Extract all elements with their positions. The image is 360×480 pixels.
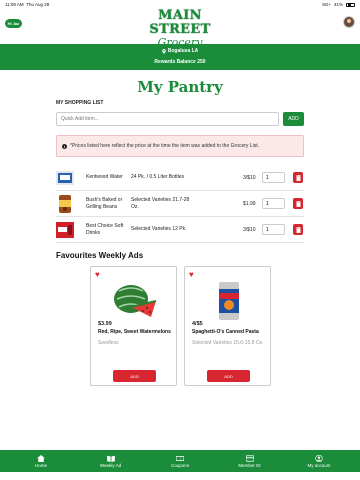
water-bottles-image: [56, 171, 74, 185]
ad-description: Seedless: [98, 340, 119, 346]
trash-icon: [295, 226, 301, 233]
ad-add-button[interactable]: ADD: [113, 370, 156, 382]
tab-label: Member ID: [238, 462, 261, 468]
page-title: My Pantry: [137, 78, 223, 96]
tab-label: Weekly Ad: [99, 462, 122, 468]
item-variety: Selected Varieties 12 Pk.: [131, 226, 187, 232]
battery-label: 41%: [333, 2, 343, 7]
ad-name: Spaghetti-O's Canned Pasta: [192, 329, 259, 335]
ad-card[interactable]: ♥ $3.99 Red, Ripe, Sweet Watermelons See…: [90, 266, 177, 386]
ad-card[interactable]: ♥ 4/$5 Spaghetti-O's Canned Pasta Select…: [184, 266, 271, 386]
favourites-title: Favourites Weekly Ads: [56, 251, 144, 260]
store-banner: Bogalusa LA Rewards Balance 250: [0, 44, 360, 70]
delete-item-button[interactable]: [293, 198, 303, 209]
status-indicators: 5G+ 41%: [322, 2, 355, 7]
ad-price: $3.99: [98, 321, 112, 327]
battery-icon: [346, 2, 355, 7]
logo-main-text: MAIN STREET: [149, 8, 211, 37]
quick-add-input[interactable]: [56, 112, 279, 126]
watermelon-image: [114, 285, 157, 317]
delete-item-button[interactable]: [293, 224, 303, 235]
price-notice: i *Prices listed here reflect the price …: [56, 135, 304, 157]
shopping-list-label: MY SHOPPING LIST: [56, 100, 104, 106]
app-logo: MAIN STREET Grocery: [140, 8, 220, 49]
bottom-tab-bar: Home Weekly Ad Coupons Member ID My acco…: [0, 450, 360, 472]
info-icon: i: [62, 143, 67, 149]
item-variety: Selected Varieties 21.7-28 Oz.: [131, 196, 190, 210]
list-item: Bush's Baked or Grilling Beans Selected …: [56, 191, 304, 217]
home-indicator-area: [0, 472, 360, 480]
tab-label: My account: [307, 462, 331, 468]
tab-home[interactable]: Home: [26, 454, 56, 468]
card-icon: [245, 454, 254, 462]
user-icon: [315, 454, 323, 462]
tab-coupons[interactable]: Coupons: [165, 455, 195, 468]
rewards-balance: Rewards Balance 250: [154, 59, 206, 65]
price-notice-text: *Prices listed here reflect the price at…: [70, 143, 259, 149]
location-pin-icon: [161, 48, 166, 54]
quantity-field[interactable]: [262, 198, 285, 209]
trash-icon: [295, 174, 301, 181]
tab-my-account[interactable]: My account: [304, 454, 334, 468]
shopping-list: Kentwood Water 24 Pk. / 0.5 Liter Bottle…: [56, 165, 304, 243]
list-item: Kentwood Water 24 Pk. / 0.5 Liter Bottle…: [56, 165, 304, 191]
coupon-icon: [176, 455, 184, 461]
item-name: Bush's Baked or Grilling Beans: [86, 196, 123, 210]
delete-item-button[interactable]: [293, 172, 303, 183]
status-time: 11:09 AM Thu Aug 28: [5, 2, 50, 7]
item-price: 3/$10: [243, 226, 256, 233]
store-location[interactable]: Bogalusa LA: [0, 48, 360, 54]
item-name: Kentwood Water: [86, 174, 123, 180]
baked-beans-image: [59, 195, 71, 213]
tab-weekly-ad[interactable]: Weekly Ad: [96, 455, 126, 468]
signal-label: 5G+: [322, 2, 331, 7]
quick-add-button[interactable]: ADD: [283, 112, 304, 126]
app-header: Hi Jac MAIN STREET Grocery: [0, 8, 360, 49]
trash-icon: [295, 200, 301, 207]
canned-pasta-image: [219, 282, 239, 320]
tab-member-id[interactable]: Member ID: [235, 454, 265, 468]
item-price: 3/$10: [243, 174, 256, 181]
item-name: Best Choice Soft Drinks: [86, 222, 124, 236]
greeting-button[interactable]: Hi Jac: [5, 19, 22, 28]
soft-drink-image: [56, 222, 74, 238]
favourite-heart-icon[interactable]: ♥: [189, 271, 197, 279]
ad-description: Selected Varieties 15.6-15.8 Oz.: [192, 340, 264, 346]
avatar[interactable]: [343, 16, 355, 28]
ad-name: Red, Ripe, Sweet Watermelons: [98, 329, 171, 335]
ad-add-button[interactable]: ADD: [207, 370, 250, 382]
favourite-heart-icon[interactable]: ♥: [95, 271, 103, 279]
tab-label: Coupons: [170, 462, 189, 468]
ad-price: 4/$5: [192, 321, 203, 327]
item-variety: 24 Pk. / 0.5 Liter Bottles: [131, 174, 185, 180]
list-item: Best Choice Soft Drinks Selected Varieti…: [56, 217, 304, 243]
item-price: $1.99: [243, 200, 256, 207]
quantity-field[interactable]: [262, 172, 285, 183]
quantity-field[interactable]: [262, 224, 285, 235]
store-location-label: Bogalusa LA: [167, 48, 199, 54]
tab-label: Home: [34, 462, 47, 468]
book-icon: [106, 455, 115, 462]
home-icon: [37, 454, 45, 462]
